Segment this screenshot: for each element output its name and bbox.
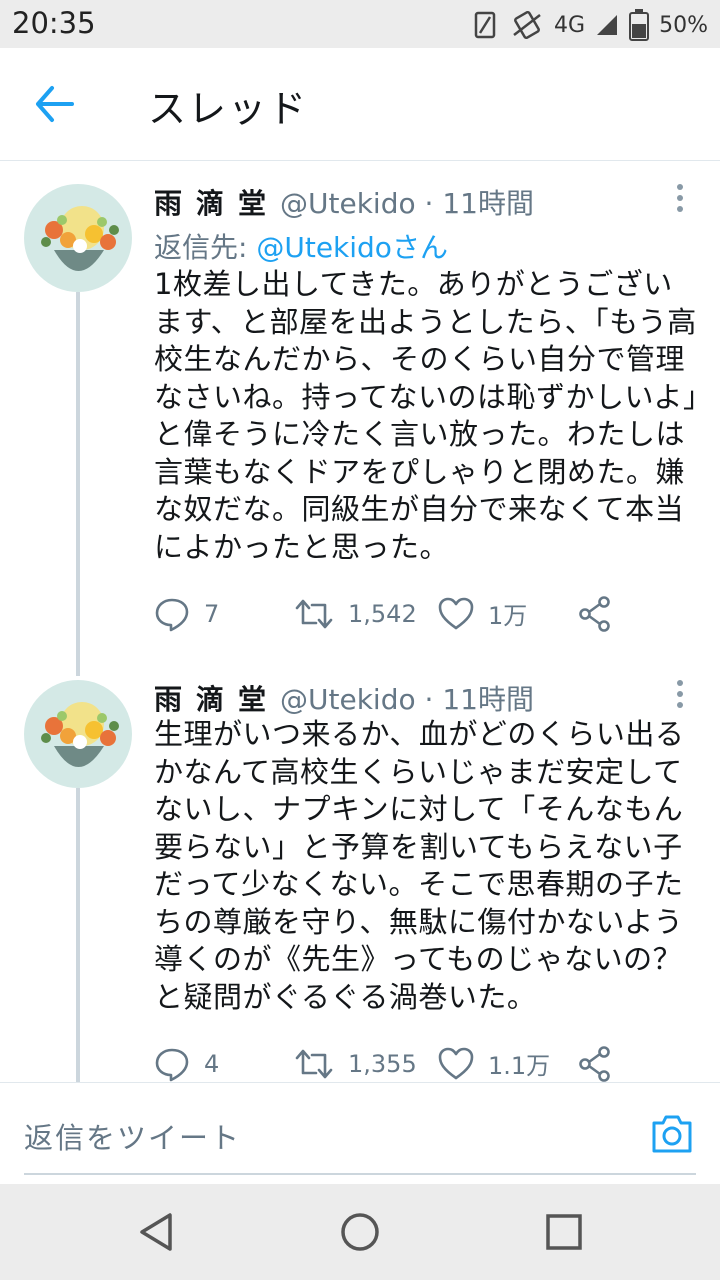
like-icon: [438, 1047, 474, 1079]
more-icon: [677, 184, 683, 212]
like-count: 1万: [488, 602, 528, 630]
reply-input[interactable]: 返信をツイート: [24, 1115, 241, 1157]
battery-level: 50%: [659, 12, 708, 38]
camera-icon: [652, 1115, 692, 1153]
share-button[interactable]: [578, 596, 612, 632]
more-button[interactable]: [670, 678, 690, 710]
share-button[interactable]: [578, 1046, 612, 1082]
reply-context: 返信先: @Utekidoさん: [154, 226, 448, 266]
back-arrow-icon: [36, 86, 74, 122]
nav-home-icon: [341, 1213, 379, 1251]
retweet-count: 1,355: [348, 1050, 417, 1078]
network-type: 4G: [554, 12, 586, 38]
reply-button[interactable]: 7: [154, 596, 219, 632]
retweet-button[interactable]: 1,542: [294, 596, 417, 632]
page-title: スレッド: [148, 87, 309, 131]
like-button[interactable]: 1万: [438, 596, 527, 631]
thread-connector: [76, 788, 80, 1082]
more-icon: [677, 680, 683, 708]
retweet-button[interactable]: 1,355: [294, 1046, 417, 1082]
share-icon: [579, 596, 610, 632]
thread-connector: [76, 292, 80, 676]
display-name[interactable]: 雨滴堂: [154, 683, 280, 716]
battery-icon: [629, 9, 650, 41]
tweet-meta: @Utekido · 11時間: [280, 683, 534, 716]
like-count: 1.1万: [488, 1052, 551, 1080]
tweet-header: 雨滴堂@Utekido · 11時間: [154, 182, 534, 222]
more-button[interactable]: [670, 182, 690, 214]
reply-icon: [155, 1048, 189, 1082]
nav-recents-icon: [546, 1214, 582, 1250]
like-icon: [438, 597, 474, 629]
status-icons: 4G 50%: [474, 9, 708, 41]
retweet-count: 1,542: [348, 600, 417, 628]
tweet-actions: 7 1,542 1万: [154, 596, 624, 636]
avatar[interactable]: [24, 680, 132, 788]
camera-button[interactable]: [650, 1113, 694, 1155]
status-bar: 20:35 4G 50%: [0, 0, 720, 48]
nav-recents-button[interactable]: [542, 1210, 586, 1254]
reply-count: 7: [204, 600, 220, 628]
tweet-meta: @Utekido · 11時間: [280, 187, 534, 220]
reply-button[interactable]: 4: [154, 1046, 219, 1082]
reply-handle-link[interactable]: @Utekidoさん: [256, 231, 448, 264]
nav-back-button[interactable]: [136, 1210, 180, 1254]
input-underline: [24, 1173, 696, 1175]
tweet-text: 1枚差し出してきた。ありがとうございます、と部屋を出ようとしたら、「もう高校生な…: [154, 267, 698, 564]
status-time: 20:35: [12, 6, 96, 40]
nav-back-icon: [140, 1213, 172, 1251]
reply-count: 4: [204, 1050, 220, 1078]
reply-icon: [155, 598, 189, 632]
top-bar: スレッド: [0, 48, 720, 161]
flower-bouquet-icon: [24, 680, 132, 788]
retweet-icon: [295, 599, 333, 629]
like-button[interactable]: 1.1万: [438, 1046, 550, 1081]
share-icon: [579, 1046, 610, 1082]
signal-icon: [597, 15, 618, 35]
avatar[interactable]: [24, 184, 132, 292]
nav-home-button[interactable]: [338, 1210, 382, 1254]
tweet-header: 雨滴堂@Utekido · 11時間: [154, 678, 534, 718]
tweet-text: 生理がいつ来るか、血がどのくらい出るかなんて高校生くらいじゃまだ安定してないし、…: [154, 717, 685, 1014]
system-nav-bar: [0, 1184, 720, 1280]
flower-bouquet-icon: [24, 184, 132, 292]
reply-label: 返信先:: [154, 231, 248, 264]
reply-composer: 返信をツイート: [0, 1082, 720, 1185]
display-name[interactable]: 雨滴堂: [154, 187, 280, 220]
tweet-actions: 4 1,355 1.1万: [154, 1046, 624, 1086]
vibrate-icon: [513, 11, 541, 39]
back-button[interactable]: [30, 82, 80, 126]
sim-icon: [474, 11, 496, 39]
retweet-icon: [295, 1049, 333, 1079]
